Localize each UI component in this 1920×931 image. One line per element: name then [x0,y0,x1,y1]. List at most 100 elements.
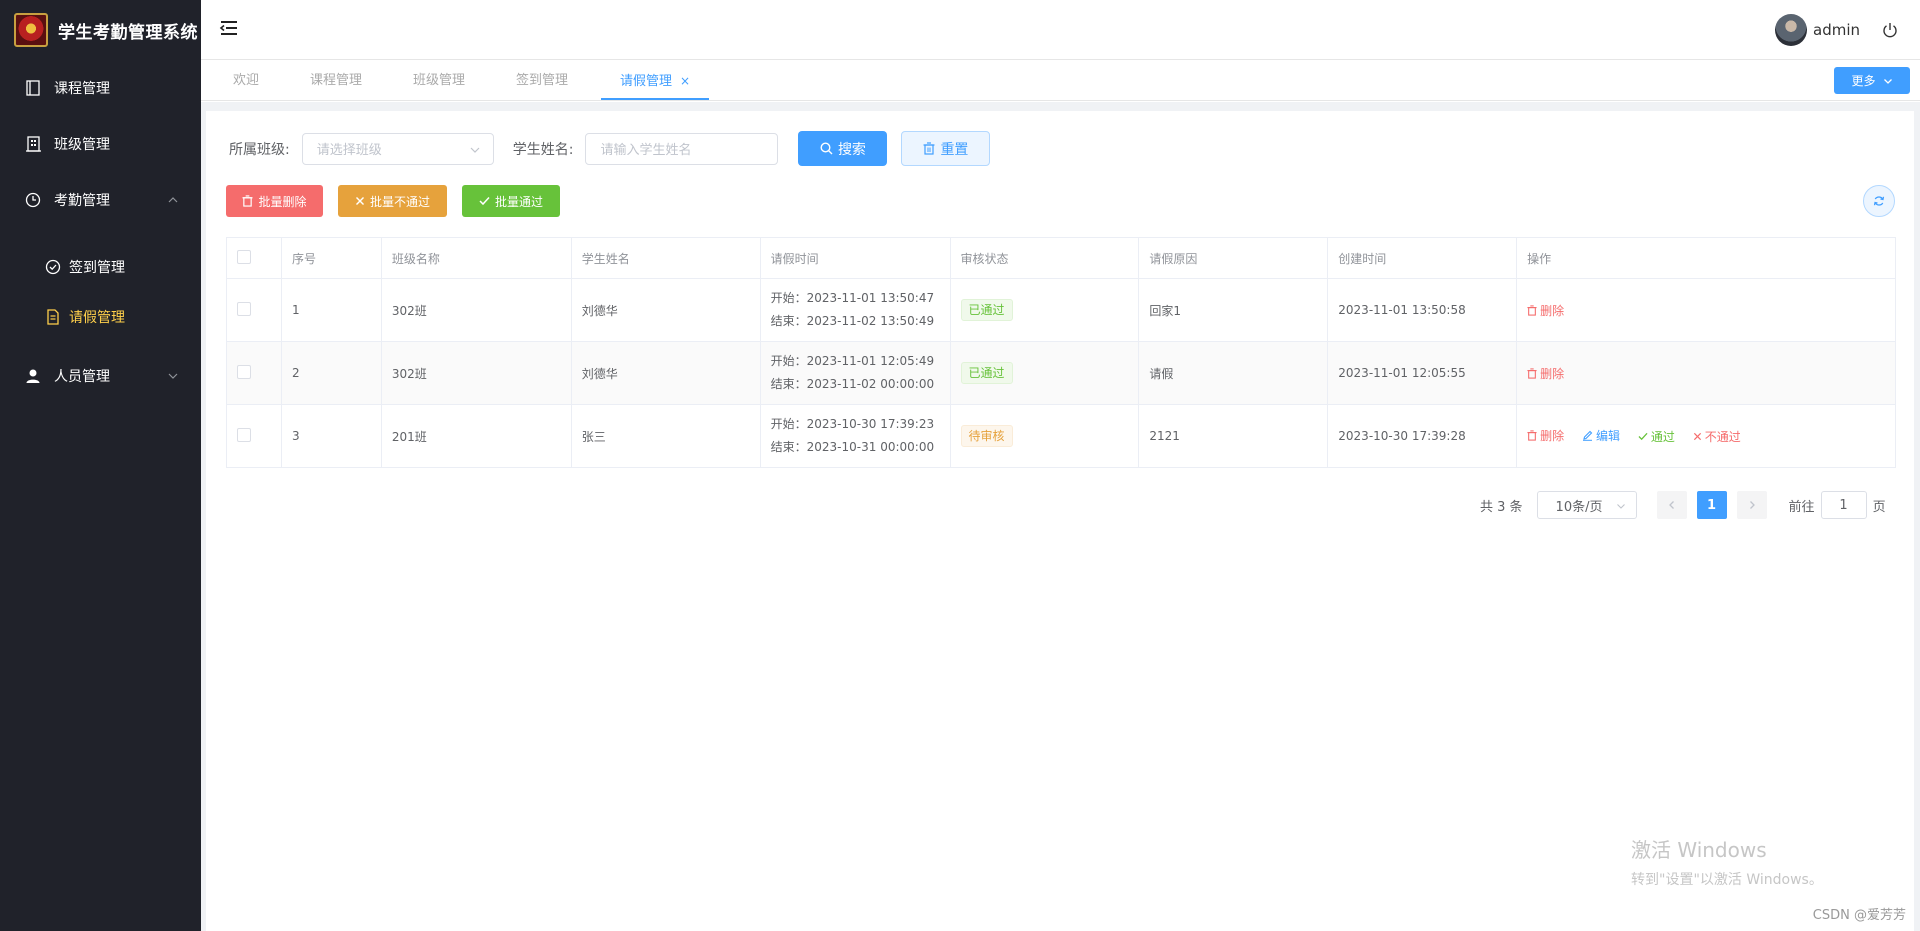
pass-button[interactable]: 通过 [1638,428,1675,445]
class-cell: 302班 [381,278,572,342]
top-header: admin [201,0,1920,60]
row-checkbox[interactable] [237,427,251,442]
status-cell: 已通过 [950,278,1140,342]
chevron-right-icon [1749,501,1755,509]
trash-icon [923,142,935,155]
row-select-cell [226,278,282,342]
status-badge: 已通过 [960,362,1013,384]
index-cell: 1 [281,278,382,342]
sidebar: 学生考勤管理系统 课程管理 班级管理 考勤管理 签到管理 请假管理 人员管理 [0,0,201,931]
tab-leave[interactable]: 请假管理 × [601,61,710,100]
tab-courses[interactable]: 课程管理 [310,61,362,100]
chevron-left-icon [1668,501,1674,509]
edit-icon [1583,430,1593,441]
column-header: 请假原因 [1138,237,1329,279]
tab-signin[interactable]: 签到管理 [516,61,568,100]
reset-button[interactable]: 重置 [901,131,991,166]
index-cell: 3 [281,404,382,468]
search-button[interactable]: 搜索 [798,131,888,166]
page-number-current[interactable]: 1 [1696,491,1727,519]
sidebar-item-attendance[interactable]: 考勤管理 [0,172,201,228]
end-time: 结束：2023-10-31 00:00:00 [770,440,935,454]
power-icon[interactable] [1882,22,1898,38]
tab-welcome[interactable]: 欢迎 [233,61,259,100]
delete-button[interactable]: 删除 [1527,365,1564,382]
student-cell: 张三 [571,404,761,468]
edit-button[interactable]: 编辑 [1582,427,1620,444]
batch-delete-label: 批量删除 [258,194,307,209]
table-row[interactable]: 2 302班 刘德华 开始：2023-11-01 12:05:49 结束：202… [226,341,1896,405]
sidebar-item-leave[interactable]: 请假管理 [0,292,201,342]
row-checkbox[interactable] [237,301,251,316]
leave-time-cell: 开始：2023-10-30 17:39:23 结束：2023-10-31 00:… [760,404,951,468]
sidebar-item-label: 签到管理 [69,260,125,276]
index-cell: 2 [281,341,382,405]
trash-icon [1527,430,1537,441]
batch-pass-button[interactable]: 批量通过 [462,185,560,217]
select-all-checkbox[interactable] [237,249,251,264]
tab-label: 请假管理 [620,74,673,89]
class-select[interactable]: 请选择班级 [301,132,494,165]
delete-label: 删除 [1540,429,1565,443]
student-name-placeholder: 请输入学生姓名 [600,143,692,158]
column-header: 请假时间 [760,237,951,279]
status-badge: 已通过 [960,299,1013,321]
username[interactable]: admin [1813,21,1860,39]
sidebar-item-classes[interactable]: 班级管理 [0,116,201,172]
check-icon [1638,432,1648,441]
chevron-down-icon [168,373,178,379]
notebook-icon [24,79,42,97]
more-button[interactable]: 更多 [1834,67,1910,94]
reason-cell: 回家1 [1138,278,1329,342]
clock-icon [24,191,42,209]
reject-label: 不通过 [1704,430,1741,444]
start-time: 开始：2023-11-01 13:50:47 [770,291,935,305]
delete-label: 删除 [1540,303,1565,318]
close-icon [1693,432,1701,441]
tab-classes[interactable]: 班级管理 [413,61,465,100]
goto-suffix: 页 [1872,499,1886,515]
csdn-watermark: CSDN @爱芳芳 [1812,908,1906,923]
leave-time-cell: 开始：2023-11-01 13:50:47 结束：2023-11-02 13:… [760,278,951,342]
batch-reject-button[interactable]: 批量不通过 [338,185,447,217]
student-name-input[interactable]: 请输入学生姓名 [585,132,779,165]
delete-button[interactable]: 删除 [1527,302,1564,319]
class-cell: 201班 [381,404,572,468]
table-row[interactable]: 1 302班 刘德华 开始：2023-11-01 13:50:47 结束：202… [226,278,1896,342]
sidebar-item-people[interactable]: 人员管理 [0,348,201,404]
check-icon [479,196,490,206]
trash-icon [1527,367,1537,379]
prev-page-button[interactable] [1656,491,1687,519]
created-cell: 2023-11-01 13:50:58 [1327,278,1518,342]
refresh-button[interactable] [1863,185,1895,217]
sidebar-item-signin[interactable]: 签到管理 [0,242,201,292]
page-size-select[interactable]: 10条/页 [1536,491,1637,519]
student-cell: 刘德华 [571,278,761,342]
circle-check-icon [44,258,62,276]
batch-delete-button[interactable]: 批量删除 [226,185,323,217]
row-checkbox[interactable] [237,364,251,379]
status-cell: 已通过 [950,341,1140,405]
user-menu[interactable]: admin [1775,14,1920,46]
batch-actions: 批量删除 批量不通过 批量通过 [226,185,575,217]
watermark-line-2: 转到"设置"以激活 Windows。 [1631,872,1823,888]
next-page-button[interactable] [1736,491,1767,519]
leave-time-cell: 开始：2023-11-01 12:05:49 结束：2023-11-02 00:… [760,341,951,405]
name-filter-label: 学生姓名: [512,141,574,158]
building-icon [24,135,42,153]
avatar[interactable] [1775,14,1807,46]
delete-button[interactable]: 删除 [1527,427,1564,444]
table-row[interactable]: 3 201班 张三 开始：2023-10-30 17:39:23 结束：2023… [226,404,1896,468]
page-size-value: 10条/页 [1555,499,1603,515]
goto-page-input[interactable]: 1 [1820,491,1867,519]
sidebar-item-courses[interactable]: 课程管理 [0,60,201,116]
close-icon[interactable]: × [680,74,690,88]
collapse-menu-icon[interactable] [219,18,239,38]
created-cell: 2023-11-01 12:05:55 [1327,341,1518,405]
app-title: 学生考勤管理系统 [58,22,198,43]
leave-table: 序号 班级名称 学生姓名 请假时间 审核状态 请假原因 创建时间 操作 1 30… [226,237,1896,468]
chevron-down-icon [1616,504,1625,509]
reject-button[interactable]: 不通过 [1693,428,1741,445]
sidebar-item-label: 课程管理 [54,81,110,97]
column-header: 学生姓名 [571,237,761,279]
